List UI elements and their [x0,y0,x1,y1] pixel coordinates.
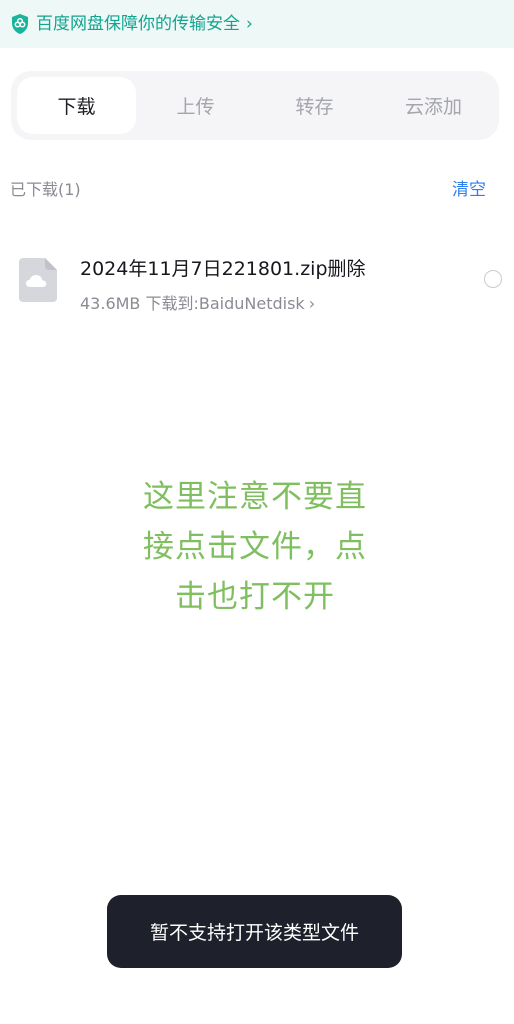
clear-button[interactable]: 清空 [452,175,486,200]
select-radio[interactable] [484,270,502,288]
toast-message: 暂不支持打开该类型文件 [107,895,402,968]
tab-upload[interactable]: 上传 [136,77,255,134]
file-meta[interactable]: 43.6MB 下载到:BaiduNetdisk › [80,290,315,314]
annotation-line: 接点击文件，点 [143,529,367,565]
annotation-line: 这里注意不要直 [143,479,367,515]
shield-icon [12,14,28,34]
chevron-right-icon: › [246,14,253,34]
tab-download[interactable]: 下载 [17,77,136,134]
banner-text: 百度网盘保障你的传输安全 [36,13,240,34]
file-size-location: 43.6MB 下载到:BaiduNetdisk [80,294,305,313]
annotation-line: 击也打不开 [175,579,335,615]
chevron-right-icon: › [308,294,316,313]
transfer-tabs: 下载 上传 转存 云添加 [11,71,499,140]
tab-cloud-add[interactable]: 云添加 [374,77,493,134]
downloaded-count-label: 已下载(1) [10,180,81,199]
security-banner[interactable]: 百度网盘保障你的传输安全 › [0,0,514,48]
cloud-file-icon [19,258,57,302]
download-page: 百度网盘保障你的传输安全 › 下载 上传 转存 云添加 已下载(1) 清空 20… [0,0,514,1024]
annotation-overlay: 这里注意不要直 接点击文件，点 击也打不开 [90,472,420,622]
file-name[interactable]: 2024年11月7日221801.zip删除 [80,254,366,281]
file-list-item[interactable]: 2024年11月7日221801.zip删除 43.6MB 下载到:BaiduN… [0,240,514,320]
toast-text: 暂不支持打开该类型文件 [149,922,359,944]
tab-save[interactable]: 转存 [255,77,374,134]
